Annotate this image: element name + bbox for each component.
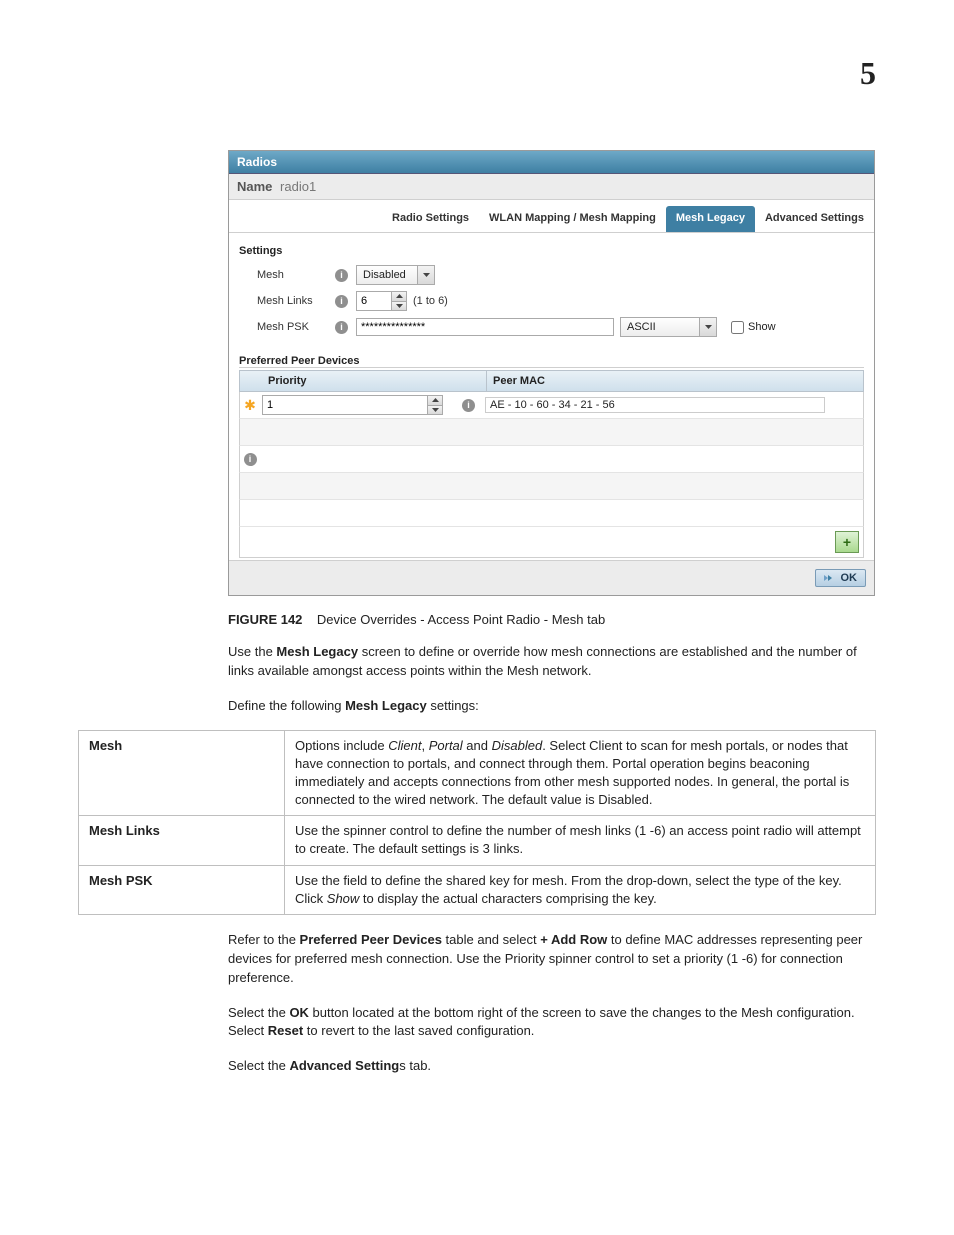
name-label: Name: [237, 179, 272, 194]
def-desc: Use the field to define the shared key f…: [285, 865, 876, 914]
paragraph: Select the Advanced Settings tab.: [228, 1057, 873, 1076]
show-label: Show: [748, 321, 776, 333]
mesh-psk-input[interactable]: [356, 318, 614, 336]
table-row: [239, 500, 864, 527]
page-number: 5: [860, 55, 876, 92]
name-row: Name radio1: [229, 174, 874, 200]
def-desc: Options include Client, Portal and Disab…: [285, 730, 876, 816]
tab-strip: Radio Settings WLAN Mapping / Mesh Mappi…: [229, 200, 874, 233]
screenshot-panel: Radios Name radio1 Radio Settings WLAN M…: [228, 150, 875, 596]
spinner-down-icon[interactable]: [428, 406, 442, 415]
row-mesh-psk: Mesh PSK i ASCII Show: [239, 315, 864, 341]
row-mesh: Mesh i Disabled: [239, 263, 864, 289]
dropdown-icon[interactable]: [699, 318, 716, 336]
psk-encoding-select[interactable]: ASCII: [620, 317, 717, 337]
col-priority: Priority: [240, 371, 487, 391]
mesh-links-hint: (1 to 6): [413, 295, 448, 307]
spinner-up-icon[interactable]: [392, 292, 406, 302]
add-row-bar: +: [239, 527, 864, 558]
spinner-up-icon[interactable]: [428, 396, 442, 406]
star-icon: ✱: [244, 397, 256, 413]
show-checkbox[interactable]: [731, 321, 744, 334]
peer-mac-value[interactable]: AE - 10 - 60 - 34 - 21 - 56: [485, 397, 825, 413]
mesh-links-spinner[interactable]: [356, 291, 407, 311]
table-row: [239, 419, 864, 446]
ok-button[interactable]: OK: [815, 569, 867, 587]
section-settings-header: Settings: [239, 241, 864, 263]
add-row-button[interactable]: +: [835, 531, 859, 553]
tab-mesh-legacy[interactable]: Mesh Legacy: [666, 206, 755, 232]
row-mesh-links: Mesh Links i (1 to 6): [239, 289, 864, 315]
info-icon[interactable]: i: [335, 321, 348, 334]
priority-input[interactable]: [263, 396, 427, 414]
peer-table: Priority Peer MAC ✱: [239, 370, 864, 558]
def-desc: Use the spinner control to define the nu…: [285, 816, 876, 865]
col-peer-mac: Peer MAC: [487, 371, 863, 391]
ok-label: OK: [841, 572, 858, 584]
forward-icon: [824, 573, 836, 583]
peer-table-header: Priority Peer MAC: [239, 370, 864, 392]
label-mesh: Mesh: [257, 269, 335, 281]
table-row: Mesh Links Use the spinner control to de…: [79, 816, 876, 865]
paragraph: Use the Mesh Legacy screen to define or …: [228, 643, 873, 681]
plus-icon: +: [843, 534, 851, 550]
info-icon[interactable]: i: [462, 399, 475, 412]
label-mesh-psk: Mesh PSK: [257, 321, 335, 333]
table-row: i: [239, 446, 864, 473]
figure-title: Device Overrides - Access Point Radio - …: [317, 612, 605, 627]
tab-radio-settings[interactable]: Radio Settings: [382, 206, 479, 232]
psk-encoding-value: ASCII: [621, 321, 699, 333]
paragraph: Refer to the Preferred Peer Devices tabl…: [228, 931, 873, 988]
figure-caption: FIGURE 142 Device Overrides - Access Poi…: [228, 612, 876, 627]
def-term: Mesh Links: [79, 816, 285, 865]
name-value: radio1: [280, 179, 316, 194]
priority-spinner[interactable]: [262, 395, 443, 415]
table-row: Mesh Options include Client, Portal and …: [79, 730, 876, 816]
mesh-select-value: Disabled: [357, 269, 417, 281]
def-term: Mesh PSK: [79, 865, 285, 914]
tab-advanced-settings[interactable]: Advanced Settings: [755, 206, 874, 232]
preferred-peer-header: Preferred Peer Devices: [239, 345, 864, 368]
table-row: [239, 473, 864, 500]
info-icon[interactable]: i: [335, 269, 348, 282]
table-row: Mesh PSK Use the field to define the sha…: [79, 865, 876, 914]
spinner-down-icon[interactable]: [392, 302, 406, 311]
info-icon[interactable]: i: [335, 295, 348, 308]
table-row: ✱ i AE - 10 - 60 - 34 - 21 - 56: [239, 392, 864, 419]
paragraph: Define the following Mesh Legacy setting…: [228, 697, 873, 716]
definitions-table: Mesh Options include Client, Portal and …: [78, 730, 876, 916]
panel-footer: OK: [229, 560, 874, 595]
mesh-links-input[interactable]: [357, 292, 391, 310]
paragraph: Select the OK button located at the bott…: [228, 1004, 873, 1042]
label-mesh-links: Mesh Links: [257, 295, 335, 307]
mesh-select[interactable]: Disabled: [356, 265, 435, 285]
show-checkbox-wrap: Show: [727, 318, 776, 337]
info-icon[interactable]: i: [244, 453, 257, 466]
figure-number: FIGURE 142: [228, 612, 302, 627]
panel-titlebar: Radios: [229, 151, 874, 174]
tab-wlan-mapping[interactable]: WLAN Mapping / Mesh Mapping: [479, 206, 666, 232]
dropdown-icon[interactable]: [417, 266, 434, 284]
def-term: Mesh: [79, 730, 285, 816]
